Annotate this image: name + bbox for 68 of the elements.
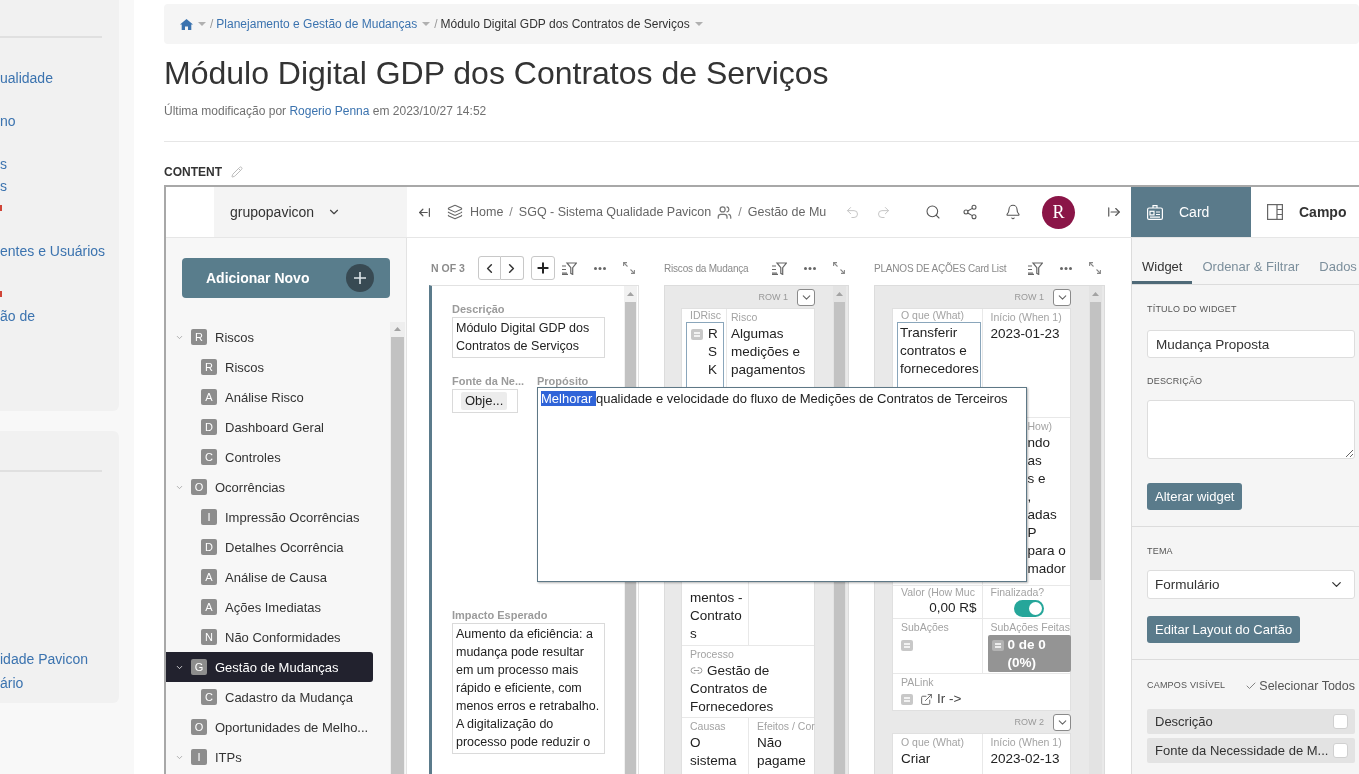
path-separator: / — [509, 205, 513, 219]
field-label: Impacto Esperado — [452, 608, 548, 622]
letter-badge: R — [201, 359, 217, 375]
field-label: Risco — [731, 310, 758, 325]
row-label: ROW 1 — [1014, 292, 1044, 302]
widget-title: PLANOS DE AÇÕES Card List — [874, 262, 1007, 274]
field-label: IDRisc — [690, 309, 721, 322]
field-label: Propósito — [537, 374, 589, 388]
row-label: ROW 2 — [1014, 717, 1044, 727]
cell-text: Criar — [901, 750, 932, 768]
cell-text: Não pagame — [757, 734, 807, 770]
field-label: TEMA — [1147, 545, 1173, 557]
section-heading: CAMPOS VISÍVEL — [1147, 679, 1226, 691]
field-label: Finalizada? — [990, 586, 1045, 599]
letter-badge: D — [201, 419, 217, 435]
widget-title: Riscos da Mudança — [664, 262, 749, 274]
record-counter: N OF 3 — [431, 262, 465, 274]
field-label: O que (What) — [901, 735, 965, 750]
cell-text: adas — [1027, 506, 1057, 524]
cell-text: O sistema — [690, 734, 738, 770]
letter-badge: R — [191, 329, 207, 345]
row-label: ROW 1 — [758, 292, 788, 302]
cell-text: para o — [1027, 542, 1066, 560]
section-label: CONTENT — [164, 165, 222, 179]
cell-text: 2023-02-13 — [990, 750, 1061, 768]
field-label: Efeitos / Cor — [757, 719, 815, 734]
letter-badge: C — [201, 689, 217, 705]
cell-text: mador — [1027, 560, 1066, 578]
field-label: SubAções Feitas — [990, 620, 1070, 635]
field-label: Descrição — [452, 302, 505, 316]
cell-text: , — [1027, 488, 1032, 506]
cell-text: as — [1027, 452, 1042, 470]
letter-badge: A — [201, 389, 217, 405]
letter-badge: O — [191, 719, 207, 735]
cell-text: 2023-01-23 — [990, 325, 1061, 343]
letter-badge: A — [201, 599, 217, 615]
cell-text: s e — [1027, 470, 1046, 488]
breadcrumb-separator: / — [434, 17, 438, 31]
field-label: SubAções — [901, 620, 949, 635]
field-label: Processo — [690, 647, 734, 662]
field-label: Valor (How Muc — [901, 586, 975, 599]
last-modified-text: Última modificação por Rogerio Penna em 2023/10/27 14:52 — [164, 103, 487, 119]
letter-badge: O — [191, 479, 207, 495]
letter-badge: G — [191, 659, 207, 675]
field-label: Início (When 1) — [990, 735, 1062, 750]
letter-badge: D — [201, 539, 217, 555]
cell-text: 0,00 R$ — [928, 599, 978, 617]
cell-text: P — [1027, 524, 1037, 542]
page-title: Módulo Digital GDP dos Contratos de Serviços — [164, 54, 829, 92]
field-label: Fonte da Ne... — [452, 374, 525, 388]
path-separator: / — [738, 205, 742, 219]
cell-text: Algumas medições e pagamentos — [731, 325, 807, 379]
breadcrumb-separator: / — [210, 17, 214, 31]
letter-badge: I — [191, 749, 207, 765]
field-label: Início (When 1) — [990, 310, 1062, 325]
field-label: PALink — [901, 675, 934, 690]
letter-badge: C — [201, 449, 217, 465]
letter-badge: N — [201, 629, 217, 645]
field-label: Causas — [690, 719, 726, 734]
cell-text: mentos - Contratos — [690, 589, 744, 643]
cell-text: ndo — [1027, 434, 1051, 452]
letter-badge: I — [201, 509, 217, 525]
progress-text: 0 de 0 (0%) — [1007, 636, 1047, 672]
field-label: TÍTULO DO WIDGET — [1147, 303, 1237, 315]
letter-badge: A — [201, 569, 217, 585]
field-label: O que (What) — [901, 309, 965, 322]
field-label: DESCRIÇÃO — [1147, 375, 1203, 387]
field-label: How) — [1027, 419, 1052, 434]
